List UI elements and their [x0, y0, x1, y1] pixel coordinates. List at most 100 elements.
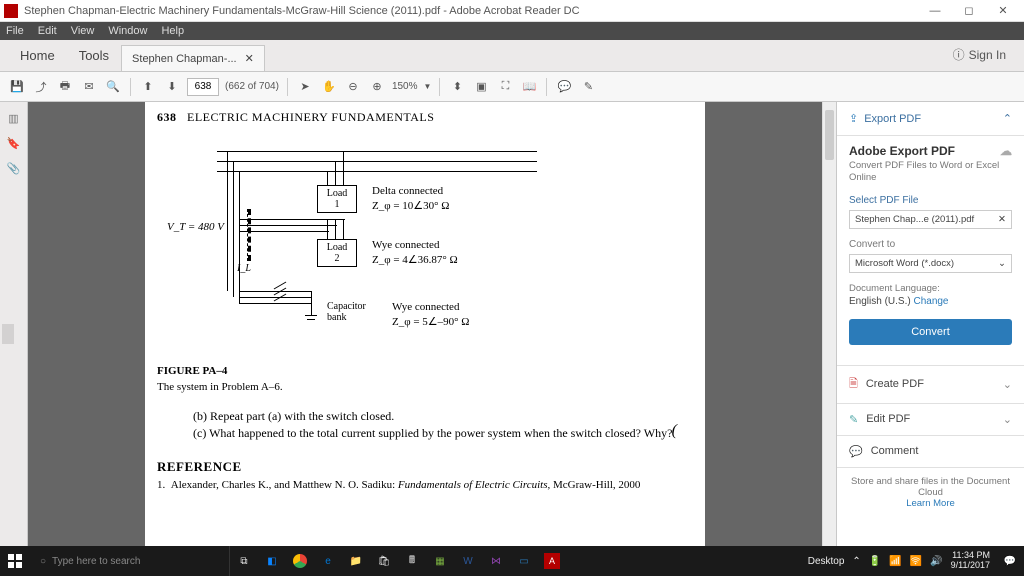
load1-desc2: Z_φ = 10∠30° Ω [372, 199, 449, 212]
scroll-left-icon[interactable] [2, 324, 14, 344]
tools-panel: ⇪Export PDF ⌃ Adobe Export PDF☁ Convert … [836, 102, 1024, 546]
thumbnails-icon[interactable]: ▥ [8, 112, 18, 125]
format-select[interactable]: Microsoft Word (*.docx)⌄ [849, 254, 1012, 273]
word-icon[interactable]: W [454, 546, 482, 576]
help-icon: ⓘ [953, 46, 965, 63]
notifications-icon[interactable]: 💬 [996, 546, 1024, 576]
page-header: ELECTRIC MACHINERY FUNDAMENTALS [187, 110, 434, 124]
comment-row[interactable]: 💬Comment [837, 435, 1024, 467]
save-icon[interactable]: 💾 [8, 78, 26, 96]
sign-icon[interactable]: ✎ [579, 78, 597, 96]
desktop-label[interactable]: Desktop [808, 556, 845, 567]
menu-view[interactable]: View [71, 25, 95, 37]
tab-document[interactable]: Stephen Chapman-... ✕ [121, 45, 265, 71]
menu-file[interactable]: File [6, 25, 24, 37]
edit-pdf-icon: ✎ [849, 413, 858, 426]
read-mode-icon[interactable]: 📖 [520, 78, 538, 96]
wifi-icon[interactable]: 🛜 [910, 556, 922, 567]
zoom-level[interactable]: 150% [392, 81, 418, 92]
network-icon[interactable]: 📶 [889, 556, 901, 567]
tab-close-icon[interactable]: ✕ [245, 52, 254, 65]
comment-icon[interactable]: 💬 [555, 78, 573, 96]
tab-document-label: Stephen Chapman-... [132, 53, 237, 65]
fit-page-icon[interactable]: ▣ [472, 78, 490, 96]
system-tray[interactable]: Desktop ⌃ 🔋 📶 🛜 🔊 [800, 556, 951, 567]
menu-bar: File Edit View Window Help [0, 22, 1024, 40]
scrollbar-thumb[interactable] [825, 110, 834, 160]
page-num: 638 [157, 110, 177, 124]
hand-icon[interactable]: ✋ [320, 78, 338, 96]
page-down-icon[interactable]: ⬇ [163, 78, 181, 96]
taskbar-clock[interactable]: 11:34 PM 9/11/2017 [951, 551, 996, 571]
taskbar-app-2[interactable]: ▦ [426, 546, 454, 576]
remove-file-icon[interactable]: ✕ [998, 214, 1006, 225]
attachment-icon[interactable]: 📎 [7, 162, 21, 175]
calculator-icon[interactable]: 🖩 [398, 546, 426, 576]
create-pdf-label: Create PDF [866, 378, 924, 390]
cloud-icon[interactable]: ⤴ [32, 78, 50, 96]
volume-icon[interactable]: 🔊 [930, 556, 942, 567]
page-number-input[interactable] [187, 78, 219, 96]
figure-caption: The system in Problem A–6. [157, 381, 693, 393]
tab-bar: Home Tools Stephen Chapman-... ✕ ⓘ Sign … [0, 40, 1024, 72]
document-viewport[interactable]: 638 ELECTRIC MACHINERY FUNDAMENTALS V_T … [28, 102, 822, 546]
convert-to-label: Convert to [849, 239, 1012, 250]
vscode-icon[interactable]: ⋈ [482, 546, 510, 576]
learn-more-link[interactable]: Learn More [906, 498, 955, 509]
taskbar-app-3[interactable]: ▭ [510, 546, 538, 576]
create-pdf-row[interactable]: 🗎Create PDF⌄ [837, 365, 1024, 403]
bookmark-icon[interactable]: 🔖 [7, 137, 21, 150]
edge-icon[interactable]: e [314, 546, 342, 576]
load2-desc2: Z_φ = 4∠36.87° Ω [372, 253, 458, 266]
zoom-in-icon[interactable]: ⊕ [368, 78, 386, 96]
explorer-icon[interactable]: 📁 [342, 546, 370, 576]
convert-button[interactable]: Convert [849, 319, 1012, 345]
export-icon: ⇪ [849, 112, 858, 125]
page-up-icon[interactable]: ⬆ [139, 78, 157, 96]
maximize-button[interactable]: ◻ [952, 1, 986, 21]
tray-chevron-icon[interactable]: ⌃ [852, 556, 860, 567]
selected-filename: Stephen Chap...e (2011).pdf [855, 214, 974, 225]
page-count: (662 of 704) [225, 81, 279, 92]
export-pdf-header[interactable]: ⇪Export PDF ⌃ [837, 102, 1024, 136]
print-icon[interactable]: 🖶 [56, 78, 74, 96]
start-button[interactable] [0, 554, 30, 568]
cap-desc1: Wye connected [392, 301, 459, 313]
taskbar-search[interactable]: ○Type here to search [30, 546, 230, 576]
fullscreen-icon[interactable]: ⛶ [496, 78, 514, 96]
store-icon[interactable]: 🛍 [370, 546, 398, 576]
tab-tools[interactable]: Tools [67, 40, 121, 71]
menu-edit[interactable]: Edit [38, 25, 57, 37]
fit-width-icon[interactable]: ⬍ [448, 78, 466, 96]
search-placeholder: Type here to search [52, 556, 140, 567]
minimize-button[interactable]: — [918, 1, 952, 21]
cap-label: Capacitor bank [327, 301, 366, 323]
close-button[interactable]: ✕ [986, 1, 1020, 21]
battery-icon[interactable]: 🔋 [869, 556, 881, 567]
mail-icon[interactable]: ✉ [80, 78, 98, 96]
tab-home[interactable]: Home [8, 40, 67, 71]
export-pdf-label: Export PDF [864, 113, 921, 125]
task-view-icon[interactable]: ⧉ [230, 546, 258, 576]
load1-desc1: Delta connected [372, 185, 443, 197]
acrobat-taskbar-icon[interactable]: A [538, 546, 566, 576]
load2-box: Load 2 [317, 239, 357, 267]
comment-tool-icon: 💬 [849, 445, 863, 458]
zoom-dropdown-icon[interactable]: ▼ [424, 82, 432, 91]
search-icon[interactable]: 🔍 [104, 78, 122, 96]
menu-help[interactable]: Help [161, 25, 184, 37]
pdf-page: 638 ELECTRIC MACHINERY FUNDAMENTALS V_T … [145, 102, 705, 546]
vertical-scrollbar[interactable] [822, 102, 836, 546]
signin-button[interactable]: ⓘ Sign In [943, 38, 1016, 71]
panel-footer: Store and share files in the Document Cl… [837, 467, 1024, 517]
footer-text: Store and share files in the Document Cl… [845, 476, 1016, 498]
lang-change-link[interactable]: Change [913, 296, 948, 307]
selected-file[interactable]: Stephen Chap...e (2011).pdf ✕ [849, 210, 1012, 229]
zoom-out-icon[interactable]: ⊖ [344, 78, 362, 96]
pointer-icon[interactable]: ➤ [296, 78, 314, 96]
cap-desc2: Z_φ = 5∠–90° Ω [392, 315, 469, 328]
chrome-icon[interactable] [286, 546, 314, 576]
taskbar-app-1[interactable]: ◧ [258, 546, 286, 576]
edit-pdf-row[interactable]: ✎Edit PDF⌄ [837, 403, 1024, 435]
menu-window[interactable]: Window [108, 25, 147, 37]
